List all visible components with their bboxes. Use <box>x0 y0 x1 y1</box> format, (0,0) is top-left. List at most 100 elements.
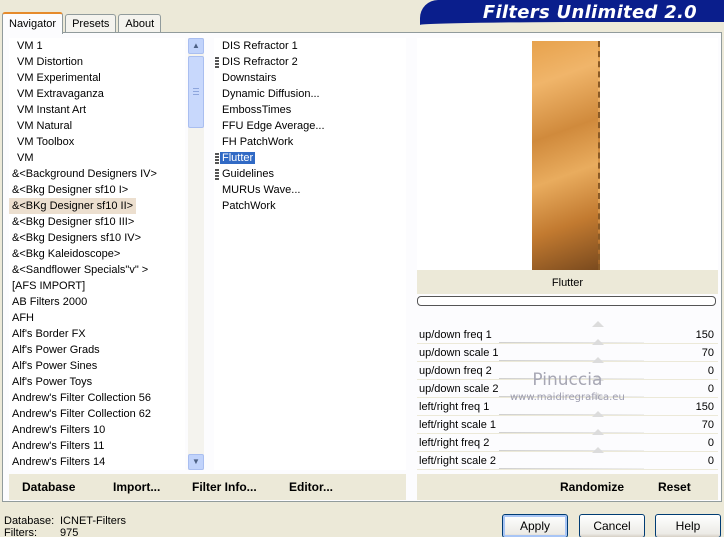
category-item[interactable]: VM Natural <box>9 118 185 134</box>
param-label: up/down freq 2 <box>419 365 492 377</box>
slider-track <box>499 396 644 397</box>
category-item[interactable]: Andrew's Filters 11 <box>9 438 185 454</box>
category-label: VM Toolbox <box>17 136 75 148</box>
category-item[interactable]: VM <box>9 150 185 166</box>
slider-handle-icon[interactable] <box>592 375 604 381</box>
filter-item[interactable]: PatchWork <box>214 198 406 214</box>
scroll-thumb[interactable] <box>188 56 204 128</box>
category-item[interactable]: &<BKg Designer sf10 II> <box>9 198 185 214</box>
category-label: &<Bkg Designers sf10 IV> <box>12 232 142 244</box>
category-item[interactable]: Andrew's Filters 10 <box>9 422 185 438</box>
import-button[interactable]: Import... <box>113 480 160 494</box>
param-slider-row[interactable]: up/down scale 1 70 <box>417 339 718 362</box>
param-value: 70 <box>701 347 714 359</box>
category-item[interactable]: &<Bkg Designers sf10 IV> <box>9 230 185 246</box>
filter-label: PatchWork <box>222 200 276 212</box>
category-label: VM <box>17 152 34 164</box>
filter-item[interactable]: DIS Refractor 2 <box>214 54 406 70</box>
randomize-button[interactable]: Randomize <box>560 480 624 494</box>
category-item[interactable]: VM Instant Art <box>9 102 185 118</box>
filter-item[interactable]: Flutter <box>214 150 406 166</box>
category-item[interactable]: VM Distortion <box>9 54 185 70</box>
tab-about[interactable]: About <box>118 14 162 33</box>
category-item[interactable]: &<Bkg Designer sf10 III> <box>9 214 185 230</box>
category-item[interactable]: Alf's Power Toys <box>9 374 185 390</box>
category-list[interactable]: VM 1 VM Distortion VM Experimental VM Extra… <box>9 38 185 470</box>
category-item[interactable]: VM 1 <box>9 38 185 54</box>
category-label: &<Background Designers IV> <box>12 168 157 180</box>
param-slider-row[interactable]: left/right freq 2 0 <box>417 429 718 452</box>
param-value: 0 <box>707 365 714 377</box>
category-item[interactable]: Andrew's Filters 14 <box>9 454 185 470</box>
filter-item[interactable]: Dynamic Diffusion... <box>214 86 406 102</box>
status-info: Database: ICNET-Filters Filters: 975 <box>4 515 126 537</box>
slider-track <box>499 414 644 415</box>
filter-info-button[interactable]: Filter Info... <box>192 480 257 494</box>
category-label: Alf's Border FX <box>12 328 86 340</box>
status-filters-value: 975 <box>60 527 79 537</box>
apply-button[interactable]: Apply <box>502 514 568 537</box>
filter-item[interactable]: DIS Refractor 1 <box>214 38 406 54</box>
param-slider-row[interactable]: left/right scale 1 70 <box>417 411 718 434</box>
param-slider-row[interactable]: up/down freq 2 0 <box>417 357 718 380</box>
param-value: 70 <box>701 419 714 431</box>
filter-label: MURUs Wave... <box>222 184 301 196</box>
filter-list[interactable]: DIS Refractor 1 DIS Refractor 2 Downstairs… <box>214 38 406 470</box>
param-slider-row[interactable]: up/down scale 2 0 <box>417 375 718 398</box>
slider-handle-icon[interactable] <box>592 411 604 417</box>
category-item[interactable]: &<Background Designers IV> <box>9 166 185 182</box>
marker-icon <box>215 57 219 68</box>
category-item[interactable]: &<Bkg Designer sf10 I> <box>9 182 185 198</box>
category-item[interactable]: Alf's Power Grads <box>9 342 185 358</box>
filter-item[interactable]: FFU Edge Average... <box>214 118 406 134</box>
status-filters-label: Filters: <box>4 527 37 537</box>
category-item[interactable]: &<Bkg Kaleidoscope> <box>9 246 185 262</box>
category-item[interactable]: &<Sandflower Specials"v" > <box>9 262 185 278</box>
slider-handle-icon[interactable] <box>592 357 604 363</box>
filter-item[interactable]: EmbossTimes <box>214 102 406 118</box>
category-scrollbar[interactable]: ▲ ▼ <box>188 38 204 470</box>
category-item[interactable]: Andrew's Filter Collection 62 <box>9 406 185 422</box>
scroll-up-button[interactable]: ▲ <box>188 38 204 54</box>
tab-presets[interactable]: Presets <box>65 14 117 33</box>
param-slider-row[interactable]: up/down freq 1 150 <box>417 321 718 344</box>
editor-button[interactable]: Editor... <box>289 480 333 494</box>
category-label: Andrew's Filter Collection 62 <box>12 408 152 420</box>
slider-handle-icon[interactable] <box>592 321 604 327</box>
category-item[interactable]: Alf's Power Sines <box>9 358 185 374</box>
database-button[interactable]: Database <box>22 480 75 494</box>
category-item[interactable]: Alf's Border FX <box>9 326 185 342</box>
filter-item[interactable]: Downstairs <box>214 70 406 86</box>
slider-handle-icon[interactable] <box>592 339 604 345</box>
category-item[interactable]: VM Extravaganza <box>9 86 185 102</box>
category-item[interactable]: AB Filters 2000 <box>9 294 185 310</box>
param-label: left/right scale 1 <box>419 419 497 431</box>
category-label: VM Instant Art <box>17 104 87 116</box>
cancel-button[interactable]: Cancel <box>579 514 645 537</box>
category-item[interactable]: VM Toolbox <box>9 134 185 150</box>
slider-track <box>499 378 644 379</box>
tab-bar: Navigator Presets About <box>2 9 163 34</box>
category-item[interactable]: Andrew's Filter Collection 56 <box>9 390 185 406</box>
tab-navigator[interactable]: Navigator <box>2 12 64 34</box>
slider-handle-icon[interactable] <box>592 447 604 453</box>
category-item[interactable]: VM Experimental <box>9 70 185 86</box>
param-label: left/right freq 2 <box>419 437 490 449</box>
category-item[interactable]: [AFS IMPORT] <box>9 278 185 294</box>
reset-button[interactable]: Reset <box>658 480 691 494</box>
slider-handle-icon[interactable] <box>592 393 604 399</box>
param-value: 150 <box>695 329 714 341</box>
filter-label: Dynamic Diffusion... <box>222 88 320 100</box>
slider-handle-icon[interactable] <box>592 429 604 435</box>
param-label: up/down freq 1 <box>419 329 492 341</box>
scroll-down-button[interactable]: ▼ <box>188 454 204 470</box>
preview-filter-name: Flutter <box>417 270 718 294</box>
category-label: &<Bkg Designer sf10 I> <box>12 184 129 196</box>
filter-item[interactable]: FH PatchWork <box>214 134 406 150</box>
filter-item[interactable]: Guidelines <box>214 166 406 182</box>
param-slider-row[interactable]: left/right scale 2 0 <box>417 447 718 470</box>
category-item[interactable]: AFH <box>9 310 185 326</box>
help-button[interactable]: Help <box>655 514 721 537</box>
filter-item[interactable]: MURUs Wave... <box>214 182 406 198</box>
param-slider-row[interactable]: left/right freq 1 150 <box>417 393 718 416</box>
